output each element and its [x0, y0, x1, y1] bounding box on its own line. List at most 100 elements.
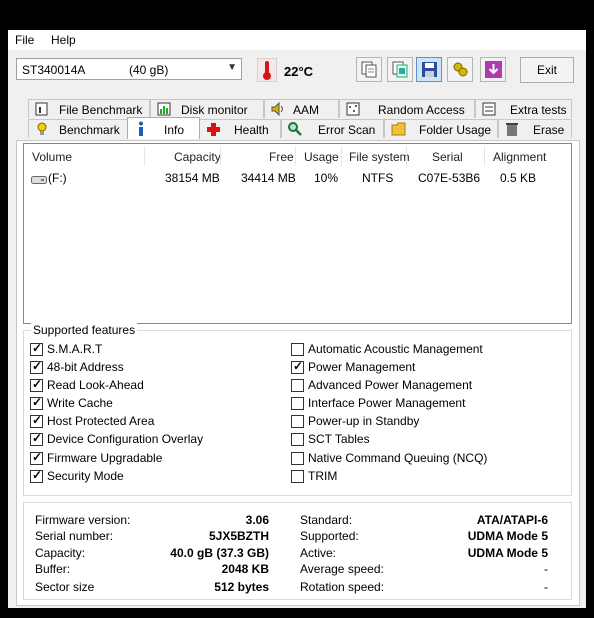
copy-info-icon	[361, 61, 377, 78]
column-divider	[295, 146, 296, 166]
cell-serial: C07E-53B6	[418, 171, 481, 185]
capacity-label: Capacity:	[35, 546, 86, 560]
download-button[interactable]	[480, 57, 506, 82]
tab-label: Error Scan	[318, 123, 376, 137]
exit-button[interactable]: Exit	[520, 57, 574, 83]
save-icon	[422, 62, 437, 77]
checkbox-write-cache[interactable]	[30, 395, 43, 410]
active-label: Active:	[300, 546, 337, 560]
checkbox-host-protected-area[interactable]	[30, 413, 43, 428]
checkbox-read-look-ahead[interactable]	[30, 377, 43, 392]
chevron-down-icon: ▼	[227, 62, 237, 73]
checkbox-label: SCT Tables	[308, 432, 370, 446]
download-icon	[485, 61, 502, 78]
save-button[interactable]	[416, 57, 442, 82]
magnifier-icon	[288, 122, 302, 136]
checkbox-label: Advanced Power Management	[308, 378, 473, 392]
checkbox-smart[interactable]	[30, 341, 43, 356]
group-title: Supported features	[31, 323, 138, 337]
checkbox-device-config-overlay[interactable]	[30, 431, 43, 446]
supported-value: UDMA Mode 5	[467, 529, 548, 543]
drive-select[interactable]: ST340014A (40 gB) ▼	[16, 58, 242, 80]
checkbox-power-up-standby[interactable]	[291, 415, 304, 428]
column-divider	[144, 146, 145, 166]
tab-label: Erase	[533, 123, 565, 137]
copy-screenshot-icon	[392, 61, 408, 78]
col-free[interactable]: Free	[269, 150, 294, 164]
checkbox-label: Host Protected Area	[47, 414, 155, 428]
buffer-label: Buffer:	[35, 562, 71, 576]
average-speed-label: Average speed:	[300, 562, 384, 576]
column-divider	[220, 146, 221, 166]
tab-benchmark[interactable]: Benchmark	[28, 119, 128, 138]
cell-volume[interactable]: (F:)	[48, 171, 67, 185]
checkbox-label: Write Cache	[47, 396, 113, 410]
drive-size: (40 gB)	[129, 63, 169, 77]
checkbox-security-mode[interactable]	[30, 468, 43, 483]
col-usage[interactable]: Usage	[304, 150, 339, 164]
tab-label: Folder Usage	[419, 123, 492, 137]
tab-erase[interactable]: Erase	[498, 119, 572, 138]
tab-aam[interactable]: AAM	[264, 99, 339, 118]
active-value: UDMA Mode 5	[467, 546, 548, 560]
menu-help[interactable]: Help	[51, 33, 76, 47]
disk-monitor-icon	[157, 102, 171, 116]
checkbox-label: TRIM	[308, 469, 338, 483]
tab-label: Extra tests	[510, 103, 567, 117]
checkbox-power-management[interactable]	[291, 359, 304, 374]
capacity-value: 40.0 gB (37.3 GB)	[170, 546, 269, 560]
drive-icon	[31, 176, 47, 184]
col-volume[interactable]: Volume	[32, 150, 72, 164]
tab-folder-usage[interactable]: Folder Usage	[384, 119, 498, 138]
tab-label: Random Access	[378, 103, 465, 117]
tab-error-scan[interactable]: Error Scan	[281, 119, 384, 138]
tab-row-bottom: Benchmark Info Health Error Scan Folder …	[8, 117, 586, 139]
checkbox-label: Security Mode	[47, 469, 124, 483]
col-capacity[interactable]: Capacity	[174, 150, 221, 164]
checkbox-label: Power-up in Standby	[308, 414, 420, 428]
drive-info-group: Firmware version: 3.06 Serial number: 5J…	[23, 502, 572, 600]
col-serial[interactable]: Serial	[432, 150, 463, 164]
menu-file[interactable]: File	[15, 33, 34, 47]
menu-bar: File Help	[8, 30, 586, 50]
column-divider	[484, 146, 485, 166]
health-cross-icon	[207, 123, 220, 136]
tab-label: AAM	[293, 103, 320, 117]
checkbox-ncq[interactable]	[291, 452, 304, 465]
checkbox-trim[interactable]	[291, 470, 304, 483]
checkbox-sct-tables[interactable]	[291, 433, 304, 446]
extra-tests-icon	[482, 102, 496, 116]
tab-disk-monitor[interactable]: Disk monitor	[150, 99, 264, 118]
copy-screenshot-button[interactable]	[387, 57, 413, 82]
random-access-icon	[346, 102, 360, 116]
tab-info[interactable]: Info	[127, 117, 200, 139]
copy-info-button[interactable]	[356, 57, 382, 82]
tab-file-benchmark[interactable]: File Benchmark	[28, 99, 150, 118]
standard-label: Standard:	[300, 513, 353, 527]
col-file-system[interactable]: File system	[349, 150, 410, 164]
checkbox-interface-power-mgmt[interactable]	[291, 397, 304, 410]
standard-value: ATA/ATAPI-6	[476, 513, 548, 527]
serial-number-value: 5JX5BZTH	[208, 529, 269, 543]
rotation-speed-label: Rotation speed:	[300, 580, 385, 594]
col-alignment[interactable]: Alignment	[493, 150, 546, 164]
checkbox-48bit-address[interactable]	[30, 359, 43, 374]
folder-icon	[391, 122, 406, 136]
tab-random-access[interactable]: Random Access	[339, 99, 475, 118]
checkbox-label: 48-bit Address	[47, 360, 124, 374]
checkbox-aam[interactable]	[291, 343, 304, 356]
cell-alignment: 0.5 KB	[500, 171, 537, 185]
checkbox-firmware-upgradable[interactable]	[30, 450, 43, 465]
checkbox-label: S.M.A.R.T	[47, 342, 103, 356]
tab-health[interactable]: Health	[199, 119, 281, 138]
options-button[interactable]	[447, 57, 473, 82]
checkbox-apm[interactable]	[291, 379, 304, 392]
supported-features-group: Supported features S.M.A.R.T 48-bit Addr…	[23, 323, 572, 496]
app-window: File Help ST340014A (40 gB) ▼ 22°C Exit …	[8, 30, 586, 608]
lightbulb-icon	[37, 122, 47, 135]
column-divider	[341, 146, 342, 166]
volume-table: Volume Capacity Free Usage File system S…	[23, 143, 572, 324]
tab-extra-tests[interactable]: Extra tests	[475, 99, 572, 118]
speaker-icon	[271, 102, 283, 116]
checkbox-label: Native Command Queuing (NCQ)	[308, 451, 488, 465]
